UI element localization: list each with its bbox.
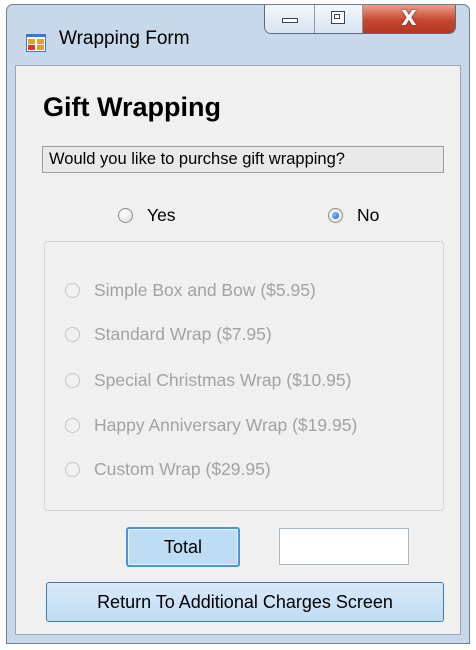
title-bar[interactable]: Wrapping Form X bbox=[7, 5, 469, 65]
radio-unchecked-icon[interactable] bbox=[65, 327, 80, 342]
radio-unchecked-icon[interactable] bbox=[65, 283, 80, 298]
wrapping-form-window: Wrapping Form X Gift Wrapping Would you … bbox=[6, 4, 470, 644]
wrap-option-christmas[interactable]: Special Christmas Wrap ($10.95) bbox=[65, 370, 351, 391]
wrap-option-simple-box[interactable]: Simple Box and Bow ($5.95) bbox=[65, 280, 316, 301]
wrap-option-label: Standard Wrap ($7.95) bbox=[94, 324, 272, 344]
wrap-option-label: Happy Anniversary Wrap ($19.95) bbox=[94, 415, 358, 435]
radio-no[interactable]: No bbox=[328, 205, 379, 226]
radio-no-label[interactable]: No bbox=[357, 205, 379, 226]
maximize-button[interactable] bbox=[315, 5, 363, 33]
radio-unchecked-icon[interactable] bbox=[65, 462, 80, 477]
window-title: Wrapping Form bbox=[59, 28, 190, 49]
wrap-option-custom[interactable]: Custom Wrap ($29.95) bbox=[65, 459, 271, 480]
wrap-option-standard[interactable]: Standard Wrap ($7.95) bbox=[65, 324, 272, 345]
total-button[interactable]: Total bbox=[126, 527, 240, 567]
wrap-option-label: Simple Box and Bow ($5.95) bbox=[94, 280, 316, 300]
maximize-icon bbox=[331, 11, 345, 24]
radio-unchecked-icon[interactable] bbox=[65, 373, 80, 388]
form-client-area: Gift Wrapping Would you like to purchse … bbox=[15, 65, 461, 635]
radio-yes-label[interactable]: Yes bbox=[147, 205, 176, 226]
question-label: Would you like to purchse gift wrapping? bbox=[42, 146, 444, 173]
close-button[interactable]: X bbox=[363, 5, 455, 33]
radio-checked-icon[interactable] bbox=[328, 208, 343, 223]
form-heading: Gift Wrapping bbox=[43, 92, 221, 122]
radio-unchecked-icon[interactable] bbox=[65, 418, 80, 433]
total-output-field[interactable] bbox=[279, 528, 409, 565]
return-to-additional-charges-button[interactable]: Return To Additional Charges Screen bbox=[46, 582, 444, 622]
close-icon: X bbox=[401, 6, 417, 30]
windows-form-icon bbox=[26, 34, 46, 52]
minimize-icon bbox=[282, 18, 298, 23]
wrap-option-label: Special Christmas Wrap ($10.95) bbox=[94, 370, 352, 390]
wrap-option-anniversary[interactable]: Happy Anniversary Wrap ($19.95) bbox=[65, 415, 357, 436]
radio-yes[interactable]: Yes bbox=[118, 205, 176, 226]
radio-unchecked-icon[interactable] bbox=[118, 208, 133, 223]
wrap-option-label: Custom Wrap ($29.95) bbox=[94, 459, 271, 479]
wrap-options-group: Simple Box and Bow ($5.95) Standard Wrap… bbox=[44, 241, 444, 511]
caption-buttons: X bbox=[264, 5, 456, 34]
minimize-button[interactable] bbox=[265, 5, 315, 33]
